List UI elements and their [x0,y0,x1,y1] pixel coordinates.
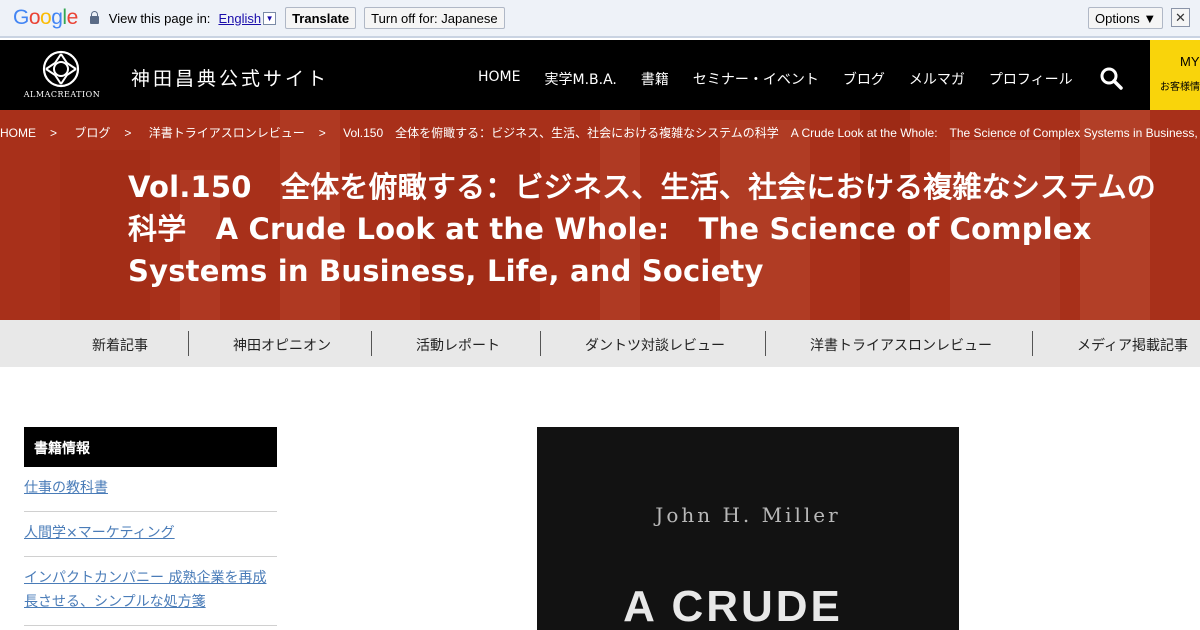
tab-media[interactable]: メディア掲載記事 [1077,335,1188,355]
breadcrumb-home[interactable]: HOME [0,126,36,140]
page-title: Vol.150 全体を俯瞰する：ビジネス、生活、社会における複雑なシステムの科学… [128,170,1157,288]
close-icon[interactable]: ✕ [1171,8,1190,27]
divider [540,331,541,356]
my-page-label: MY [1180,54,1200,69]
category-nav: 新着記事 神田オピニオン 活動レポート ダントツ対談レビュー 洋書トライアスロン… [0,320,1200,367]
options-button[interactable]: Options ▼ [1088,7,1164,29]
site-title[interactable]: 神田昌典公式サイト [131,64,329,91]
breadcrumb-blog[interactable]: ブログ [74,126,110,140]
divider [24,625,277,626]
sidebar-item-impact-company[interactable]: インパクトカンパニー 成熟企業を再成長させる、シンプルな処方箋 [24,566,277,614]
divider [1032,331,1033,356]
logo-text: ALMACREATION [23,90,101,99]
nav-home[interactable]: HOME [478,69,520,89]
nav-seminar[interactable]: セミナー・イベント [693,69,819,89]
view-page-label: View this page in: [108,10,211,26]
nav-books[interactable]: 書籍 [641,69,669,89]
nav-mailmag[interactable]: メルマガ [909,69,965,89]
turn-off-button[interactable]: Turn off for: Japanese [364,7,505,29]
google-logo: Google [13,6,78,29]
search-icon[interactable] [1099,66,1123,90]
nav-blog[interactable]: ブログ [843,69,885,89]
translate-bar: Google View this page in: English ▼ Tran… [0,0,1200,38]
lock-icon [89,11,99,24]
site-header: ALMACREATION 神田昌典公式サイト HOME 実学M.B.A. 書籍 … [0,40,1200,110]
tab-dialogue-review[interactable]: ダントツ対談レビュー [585,335,725,355]
book-author: John H. Miller [655,503,841,527]
breadcrumb-review[interactable]: 洋書トライアスロンレビュー [149,126,305,140]
tab-opinion[interactable]: 神田オピニオン [233,335,331,355]
sidebar-heading: 書籍情報 [24,427,277,467]
main-nav: HOME 実学M.B.A. 書籍 セミナー・イベント ブログ メルマガ プロフィ… [478,69,1097,89]
divider [371,331,372,356]
breadcrumb: HOME > ブログ > 洋書トライアスロンレビュー > Vol.150 全体を俯瞰す… [0,124,1200,141]
almacreation-logo-icon[interactable] [40,48,82,90]
hero-banner: HOME > ブログ > 洋書トライアスロンレビュー > Vol.150 全体を俯瞰す… [0,110,1200,320]
divider [24,556,277,557]
divider [765,331,766,356]
divider [188,331,189,356]
my-page-button[interactable]: MY お客様情報 [1150,40,1200,110]
divider [24,511,277,512]
customer-info-label: お客様情報 [1160,82,1200,93]
language-select[interactable]: English [218,11,261,26]
book-cover-image: John H. Miller A CRUDE [537,427,959,630]
tab-new-articles[interactable]: 新着記事 [92,335,148,355]
nav-profile[interactable]: プロフィール [989,69,1073,89]
tab-activity-report[interactable]: 活動レポート [416,335,500,355]
sidebar-item-work-textbook[interactable]: 仕事の教科書 [24,476,277,500]
nav-mba[interactable]: 実学M.B.A. [544,69,616,89]
breadcrumb-current: Vol.150 全体を俯瞰する：ビジネス、生活、社会における複雑なシステムの科学… [343,126,1200,140]
book-title: A CRUDE [623,582,843,630]
chevron-down-icon[interactable]: ▼ [263,11,277,25]
tab-book-review[interactable]: 洋書トライアスロンレビュー [810,335,992,355]
translate-button[interactable]: Translate [285,7,357,29]
sidebar-item-human-marketing[interactable]: 人間学×マーケティング [24,521,277,545]
